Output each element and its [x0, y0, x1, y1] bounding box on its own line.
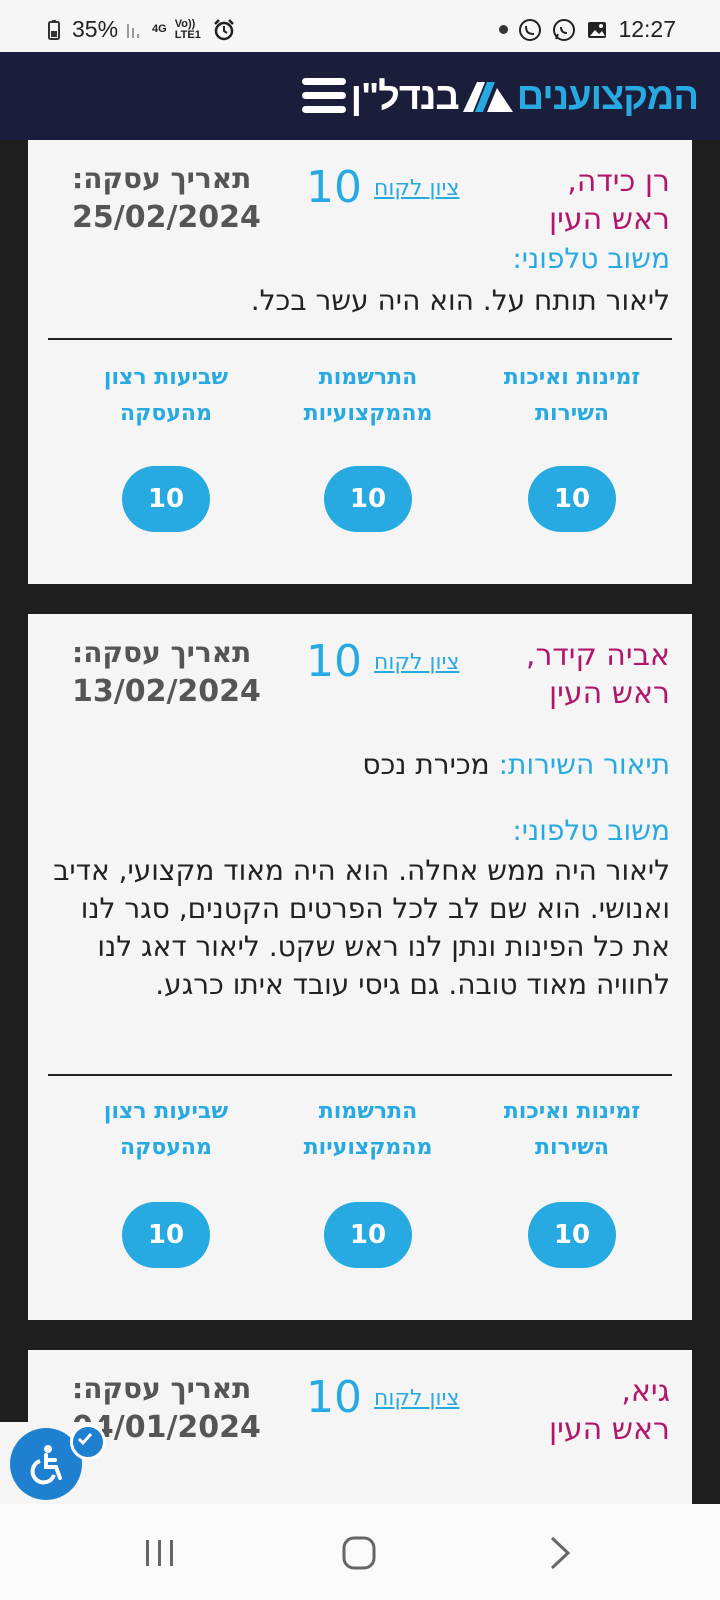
deal-date-label: תאריך עסקה:: [72, 1372, 252, 1405]
criterion-score: 10: [324, 1202, 412, 1268]
customer-score-link[interactable]: ציון לקוח: [374, 650, 459, 675]
criterion-label: התרשמות מהמקצועיות: [303, 365, 433, 426]
divider: [48, 338, 672, 340]
battery-icon: [48, 19, 60, 40]
logo-text-b: בנדל"ן: [350, 75, 460, 118]
service-description-value: מכירת נכס: [362, 748, 490, 781]
criterion-label: שביעות רצון מהעסקה: [103, 1099, 229, 1160]
service-description-label: תיאור השירות:: [498, 748, 670, 781]
feedback-text: ליאור היה ממש אחלה. הוא היה מאוד מקצועי,…: [53, 854, 670, 1001]
customer-score-link[interactable]: ציון לקוח: [374, 176, 459, 201]
reviewer-city: ראש העין: [548, 1412, 670, 1447]
customer-score-value: 10: [306, 636, 362, 687]
criterion-score: 10: [528, 1202, 616, 1268]
status-left: 35% 4G Vo)) LTE1: [44, 16, 235, 43]
feedback-text: ליאור תותח על. הוא היה עשר בכל.: [250, 284, 670, 317]
gallery-icon: [588, 21, 607, 38]
volte-label: Vo)) LTE1: [174, 17, 201, 41]
review-card: גיא, ראש העין ציון לקוח 10 תאריך עסקה: 0…: [28, 1350, 692, 1504]
clock: 12:27: [618, 16, 676, 42]
network-type: 4G: [152, 23, 167, 35]
criterion-score: 10: [122, 466, 210, 532]
divider: [48, 1074, 672, 1076]
call-icon: [519, 18, 542, 41]
alarm-icon: [213, 18, 234, 40]
reviewer-name: גיא,: [621, 1374, 670, 1409]
customer-score-value: 10: [306, 162, 362, 213]
wheelchair-icon: [30, 1445, 62, 1485]
service-description: תיאור השירות: מכירת נכס: [362, 748, 670, 781]
customer-score: ציון לקוח 10: [306, 640, 459, 684]
recent-apps-icon[interactable]: [130, 1532, 190, 1576]
back-icon[interactable]: [532, 1532, 592, 1576]
customer-score: ציון לקוח 10: [306, 166, 459, 210]
site-logo[interactable]: בנדל"ן המקצוענים: [350, 70, 699, 124]
criterion-label: התרשמות מהמקצועיות: [303, 1099, 433, 1160]
deal-date: 13/02/2024: [72, 674, 261, 709]
whatsapp-icon: [553, 18, 576, 41]
feedback-label: משוב טלפוני:: [512, 814, 670, 847]
review-card: רן כידה, ראש העין ציון לקוח 10 תאריך עסק…: [28, 140, 692, 584]
customer-score: ציון לקוח 10: [306, 1376, 459, 1420]
notification-dot-icon: [499, 25, 509, 34]
battery-percent: 35%: [72, 16, 119, 42]
reviewer-name: אביה קידר,: [525, 638, 670, 673]
deal-date-label: תאריך עסקה:: [72, 162, 252, 195]
criterion-label: זמינות ואיכות השירות: [503, 365, 641, 426]
home-icon[interactable]: [330, 1532, 390, 1576]
criterion-label: זמינות ואיכות השירות: [503, 1099, 641, 1160]
reviewer-city: ראש העין: [548, 676, 670, 711]
status-bar: 35% 4G Vo)) LTE1 12:27: [0, 0, 720, 52]
deal-date: 25/02/2024: [72, 200, 261, 235]
deal-date-label: תאריך עסקה:: [72, 636, 252, 669]
menu-icon[interactable]: [302, 78, 346, 114]
reviewer-city: ראש העין: [548, 202, 670, 237]
status-right: 12:27: [499, 16, 676, 43]
signal-icon: [127, 23, 140, 38]
site-header: בנדל"ן המקצוענים: [0, 52, 720, 140]
criterion-score: 10: [122, 1202, 210, 1268]
criterion-score: 10: [528, 466, 616, 532]
customer-score-value: 10: [306, 1372, 362, 1423]
system-nav-bar: [0, 1504, 720, 1600]
logo-mark-icon: [462, 82, 513, 112]
feedback-label: משוב טלפוני:: [512, 242, 670, 275]
reviews-list[interactable]: רן כידה, ראש העין ציון לקוח 10 תאריך עסק…: [0, 140, 720, 1504]
reviewer-name: רן כידה,: [567, 164, 670, 199]
review-card: אביה קידר, ראש העין ציון לקוח 10 תאריך ע…: [28, 614, 692, 1320]
accessibility-check-icon: [70, 1424, 106, 1460]
criterion-label: שביעות רצון מהעסקה: [103, 365, 229, 426]
customer-score-link[interactable]: ציון לקוח: [374, 1386, 459, 1411]
criterion-score: 10: [324, 466, 412, 532]
logo-text-a: המקצוענים: [516, 75, 699, 118]
